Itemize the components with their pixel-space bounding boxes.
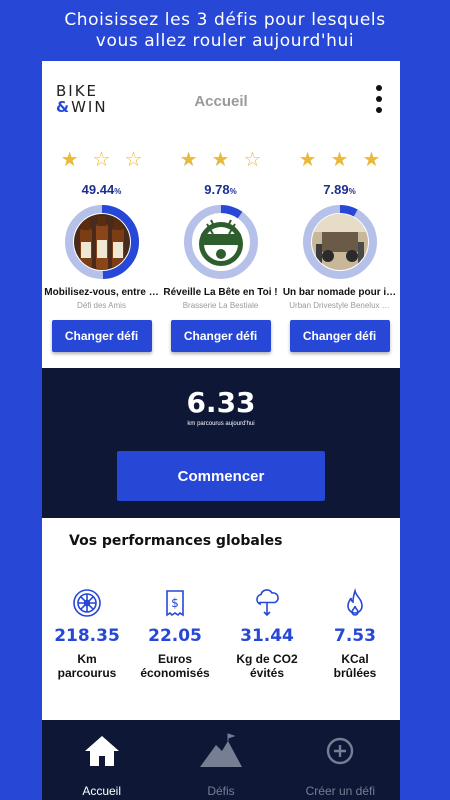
- performance-title: Vos performances globales: [69, 533, 283, 549]
- phone-screen: BIKE &WIN Accueil ★ ☆ ☆ 49.44% Mobilisez…: [42, 61, 400, 800]
- bottom-tab-bar: Accueil Défis Créer un défi: [42, 720, 400, 800]
- challenge-card: ★ ★ ☆ 9.78% Réveille La Bête en Toi ! Br…: [161, 145, 280, 352]
- challenge-image-nomad-bar: [311, 214, 368, 270]
- tab-create-challenge[interactable]: Créer un défi: [281, 720, 400, 800]
- plus-circle-icon: [281, 732, 400, 770]
- app-header: BIKE &WIN Accueil: [42, 61, 400, 143]
- more-menu-icon[interactable]: [374, 85, 384, 119]
- svg-text:$: $: [171, 596, 179, 610]
- challenge-organizer: Défi des Amis: [77, 301, 126, 310]
- stat-co2: 31.44 Kg de CO2 évités: [222, 588, 312, 680]
- promo-line-2: vous allez rouler aujourd'hui: [95, 31, 355, 51]
- change-challenge-button[interactable]: Changer défi: [51, 320, 152, 352]
- change-challenge-button[interactable]: Changer défi: [289, 320, 390, 352]
- challenge-image-beer-bottles: [73, 214, 130, 270]
- difficulty-stars: ★ ★ ★: [298, 149, 381, 171]
- receipt-icon: $: [160, 588, 190, 618]
- challenge-percent: 49.44%: [81, 182, 122, 197]
- stat-distance: 218.35 Km parcourus: [42, 588, 132, 680]
- km-today-label: km parcourus aujourd'hui: [187, 421, 255, 427]
- wheel-icon: [72, 588, 102, 618]
- promo-banner: Choisissez les 3 défis pour lesquels vou…: [0, 10, 450, 52]
- challenge-organizer: Urban Drivestyle Benelux …: [289, 301, 390, 310]
- stat-savings: $ 22.05 Euros économisés: [130, 588, 220, 680]
- stat-calories: 7.53 KCal brûlées: [310, 587, 400, 680]
- challenge-image-bestiale-logo: [192, 214, 249, 270]
- cloud-icon: [252, 588, 282, 618]
- mountain-icon: [161, 732, 280, 770]
- tab-home[interactable]: Accueil: [42, 720, 161, 800]
- challenge-organizer: Brasserie La Bestiale: [182, 301, 259, 310]
- page-title: Accueil: [194, 93, 248, 110]
- challenge-card: ★ ★ ★ 7.89% Un bar nomade pour i… Urban …: [280, 145, 399, 352]
- difficulty-stars: ★ ☆ ☆: [60, 149, 143, 171]
- challenge-name: Mobilisez-vous, entre …: [44, 287, 159, 298]
- challenge-name: Un bar nomade pour i…: [282, 287, 397, 298]
- challenge-card: ★ ☆ ☆ 49.44% Mobilisez-vous, entre … Déf…: [42, 145, 161, 352]
- km-today-value: 6.33: [186, 386, 256, 419]
- promo-line-1: Choisissez les 3 défis pour lesquels: [64, 10, 386, 30]
- progress-ring[interactable]: [302, 205, 377, 279]
- challenge-list: ★ ☆ ☆ 49.44% Mobilisez-vous, entre … Déf…: [42, 145, 400, 355]
- challenge-percent: 9.78%: [204, 182, 237, 197]
- change-challenge-button[interactable]: Changer défi: [170, 320, 271, 352]
- difficulty-stars: ★ ★ ☆: [179, 149, 262, 171]
- performance-section: Vos performances globales 218.35 Km parco…: [42, 518, 400, 718]
- home-icon: [42, 732, 161, 770]
- today-panel: 6.33 km parcourus aujourd'hui Commencer: [42, 368, 400, 518]
- challenge-percent: 7.89%: [323, 182, 356, 197]
- start-button[interactable]: Commencer: [117, 451, 325, 501]
- tab-challenges[interactable]: Défis: [161, 720, 280, 800]
- challenge-name: Réveille La Bête en Toi !: [163, 287, 278, 298]
- progress-ring[interactable]: [64, 205, 139, 279]
- progress-ring[interactable]: [183, 205, 258, 279]
- flame-icon: [340, 587, 370, 618]
